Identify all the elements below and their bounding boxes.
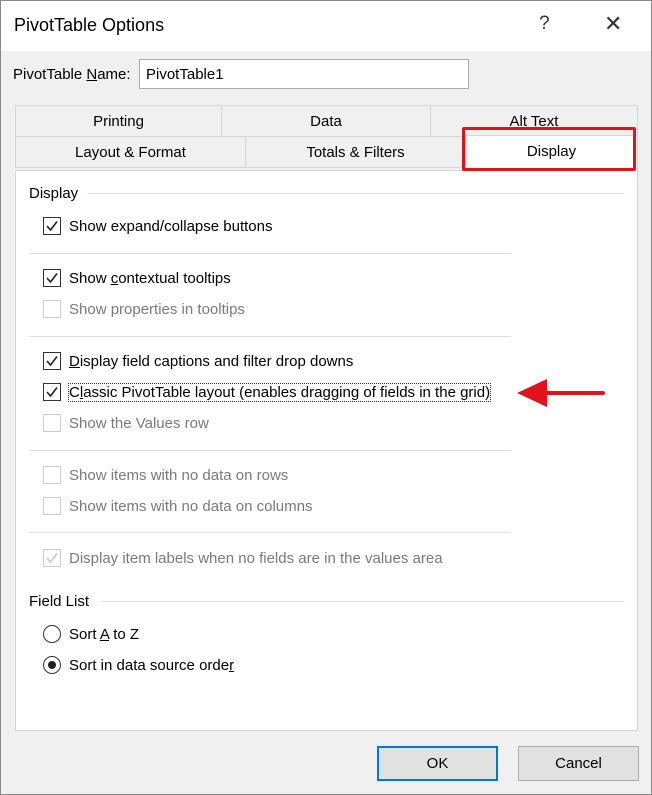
- option-label: Show items with no data on columns: [69, 497, 313, 515]
- checkbox[interactable]: [43, 352, 61, 370]
- option-label: Show properties in tooltips: [69, 300, 245, 318]
- tab-totals-filters[interactable]: Totals & Filters: [245, 136, 466, 168]
- tab-data[interactable]: Data: [221, 105, 431, 137]
- option-label: Show the Values row: [69, 414, 209, 432]
- divider: [101, 601, 625, 602]
- checkbox-display-item-labels: Display item labels when no fields are i…: [43, 549, 443, 567]
- cancel-button[interactable]: Cancel: [518, 746, 639, 781]
- help-button[interactable]: ?: [539, 13, 550, 35]
- checkbox: [43, 414, 61, 432]
- option-label: Show expand/collapse buttons: [69, 217, 273, 235]
- option-label: Show contextual tooltips: [69, 269, 231, 287]
- title-bar: PivotTable Options ? ✕: [1, 1, 651, 51]
- divider: [29, 532, 511, 533]
- pivottable-name-input[interactable]: [139, 59, 469, 89]
- checkmark-icon: [46, 221, 58, 232]
- option-label: Sort in data source order: [69, 656, 235, 674]
- divider: [29, 336, 511, 337]
- close-button[interactable]: ✕: [604, 11, 622, 37]
- radio-sort-a-to-z[interactable]: Sort A to Z: [43, 625, 139, 643]
- ok-button[interactable]: OK: [377, 746, 498, 781]
- highlight-box: [462, 127, 636, 171]
- display-group-title: Display: [29, 185, 79, 202]
- checkbox: [43, 549, 61, 567]
- divider: [87, 193, 625, 194]
- radio-button[interactable]: [43, 625, 61, 643]
- checkbox[interactable]: [43, 217, 61, 235]
- checkbox[interactable]: [43, 269, 61, 287]
- checkbox-display-field-captions[interactable]: Display field captions and filter drop d…: [43, 352, 353, 370]
- checkbox: [43, 466, 61, 484]
- checkbox-show-properties-in-tooltips: Show properties in tooltips: [43, 300, 245, 318]
- divider: [29, 450, 511, 451]
- checkbox-show-contextual-tooltips[interactable]: Show contextual tooltips: [43, 269, 231, 287]
- checkbox-show-expand-collapse-buttons[interactable]: Show expand/collapse buttons: [43, 217, 272, 235]
- checkbox-classic-pivottable-layout[interactable]: Classic PivotTable layout (enables dragg…: [43, 382, 492, 402]
- option-label: Sort A to Z: [69, 625, 140, 643]
- checkmark-icon: [46, 356, 58, 367]
- option-label: Show items with no data on rows: [69, 466, 289, 484]
- option-label: Classic PivotTable layout (enables dragg…: [67, 382, 492, 402]
- red-arrow-annotation: [517, 379, 605, 407]
- pivottable-options-dialog: PivotTable Options ? ✕ PivotTable Name: …: [0, 0, 652, 795]
- option-label: Display item labels when no fields are i…: [69, 549, 443, 567]
- field-list-group-title: Field List: [29, 593, 90, 610]
- checkbox: [43, 497, 61, 515]
- checkmark-icon: [46, 273, 58, 284]
- option-label: Display field captions and filter drop d…: [69, 352, 354, 370]
- checkbox[interactable]: [43, 383, 61, 401]
- radio-button[interactable]: [43, 656, 61, 674]
- checkmark-icon: [46, 387, 58, 398]
- pivottable-name-label: PivotTable Name:: [13, 66, 131, 83]
- radio-sort-data-source-order[interactable]: Sort in data source order: [43, 656, 234, 674]
- checkmark-icon: [46, 553, 58, 564]
- checkbox: [43, 300, 61, 318]
- tab-printing[interactable]: Printing: [15, 105, 222, 137]
- checkbox-show-values-row: Show the Values row: [43, 414, 209, 432]
- checkbox-show-items-no-data-columns: Show items with no data on columns: [43, 497, 312, 515]
- dialog-title: PivotTable Options: [14, 15, 165, 35]
- checkbox-show-items-no-data-rows: Show items with no data on rows: [43, 466, 288, 484]
- tab-layout-format[interactable]: Layout & Format: [15, 136, 246, 168]
- divider: [29, 253, 511, 254]
